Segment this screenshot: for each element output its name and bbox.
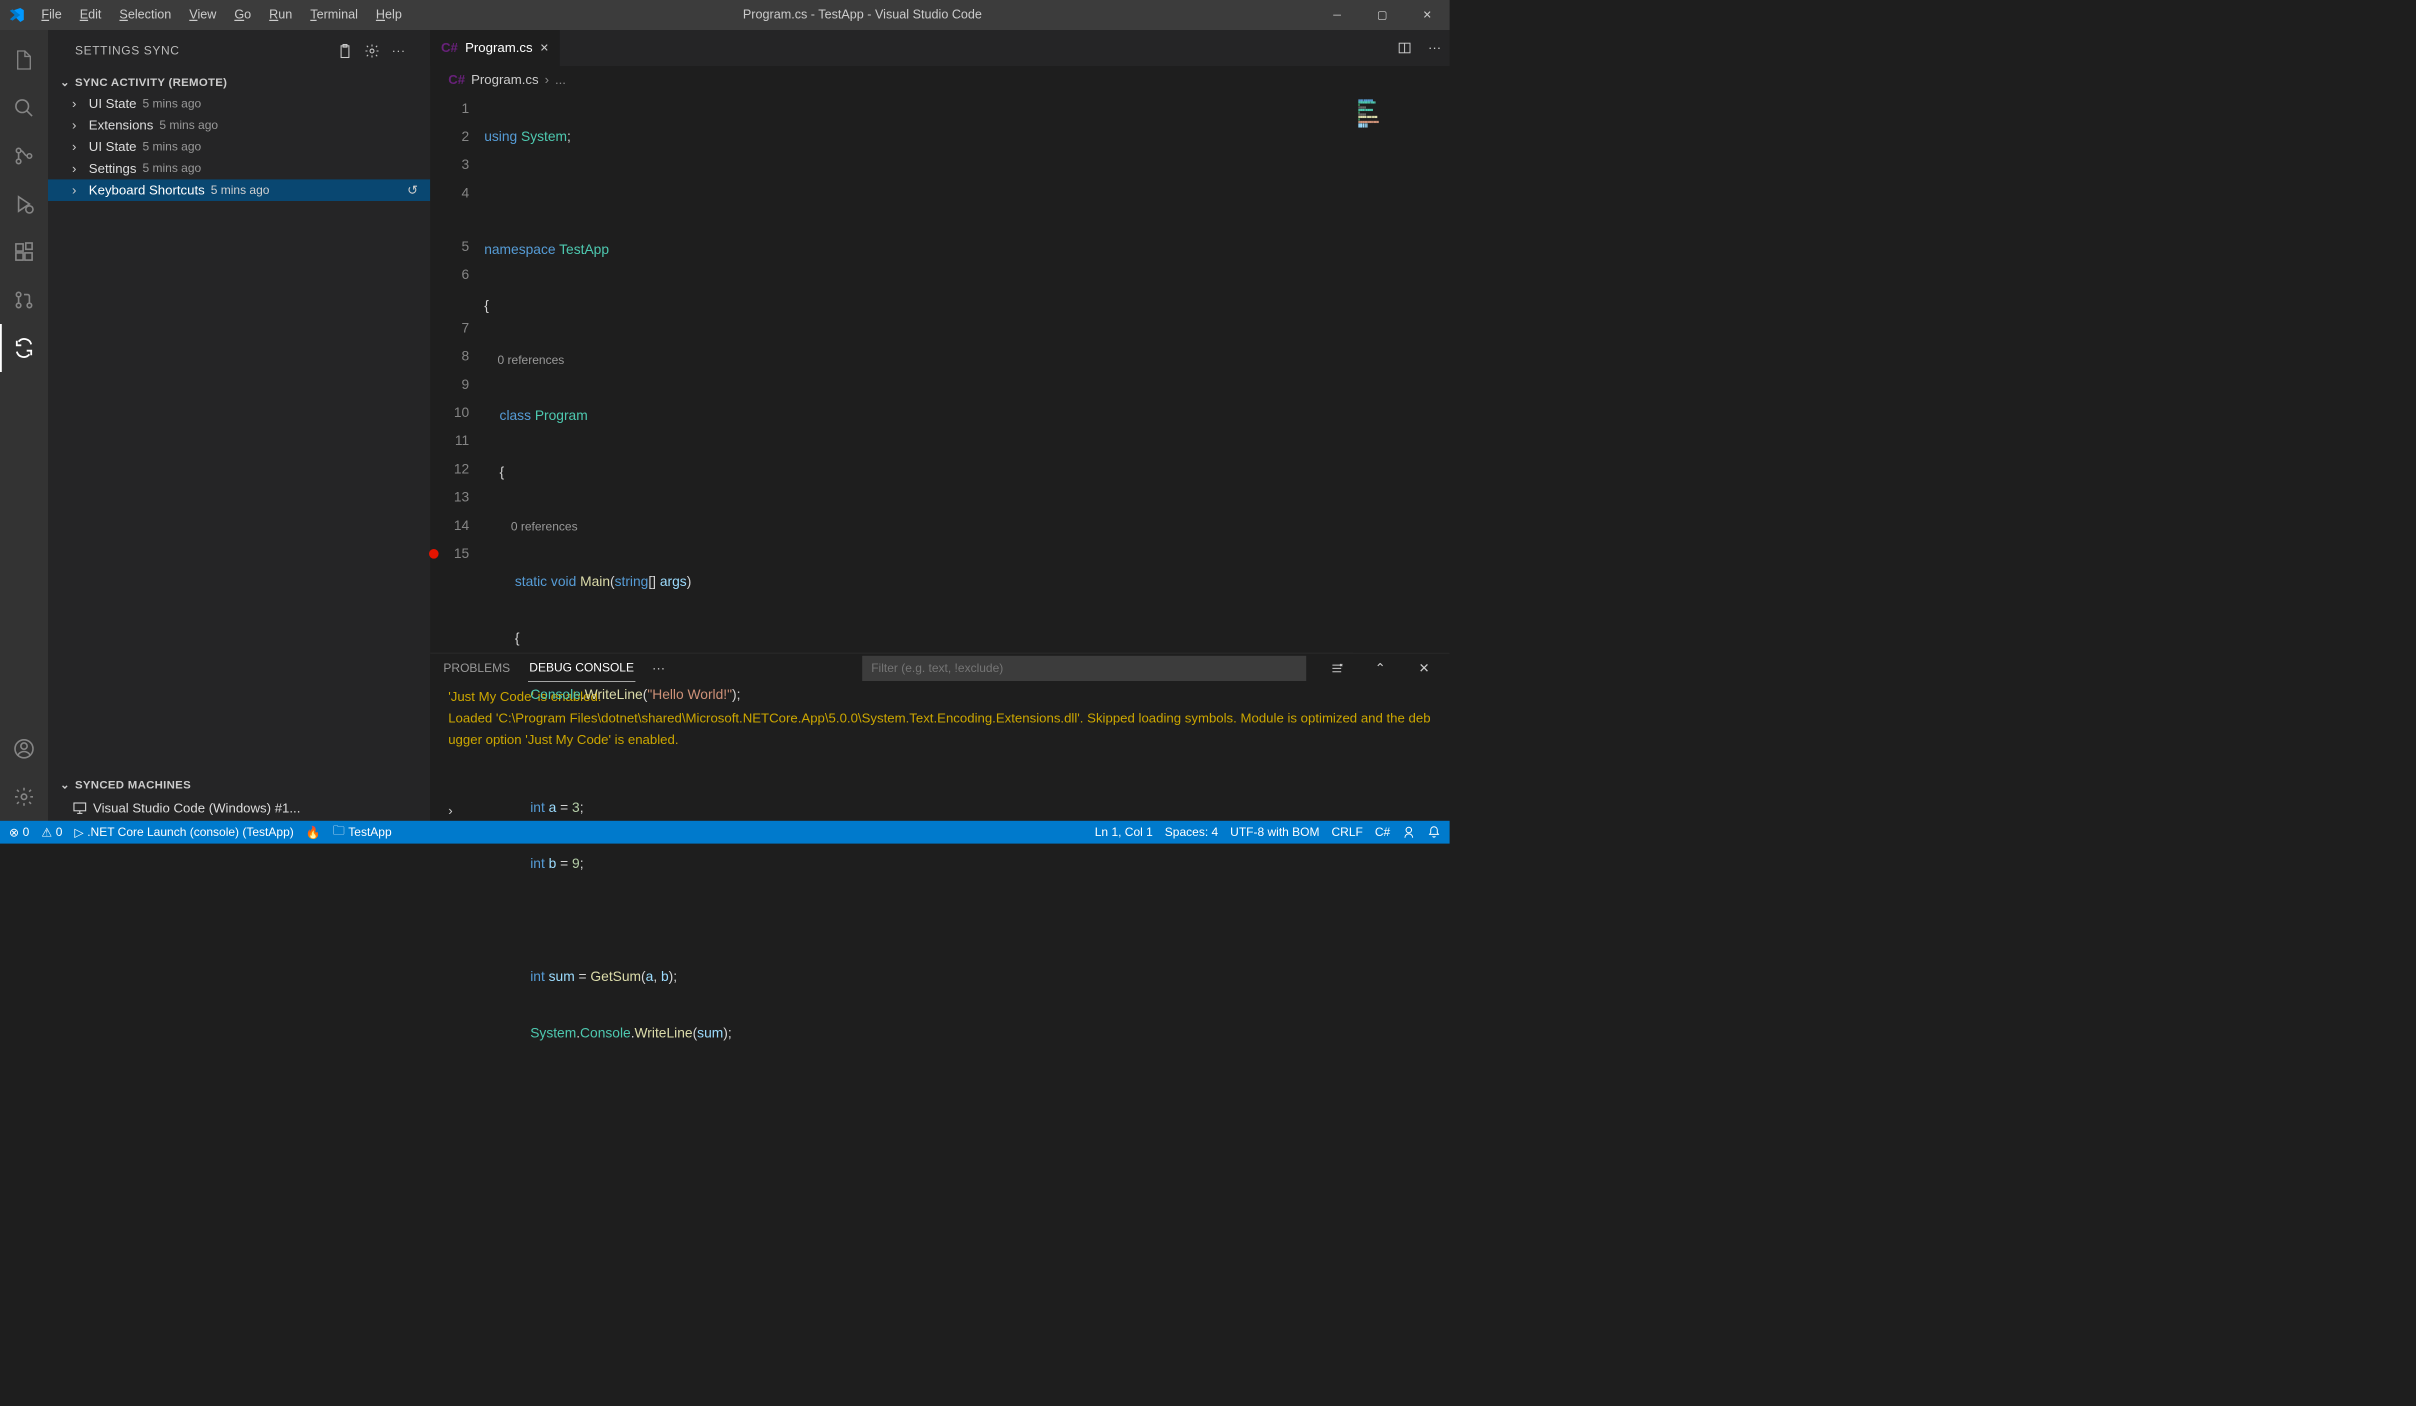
sync-item-ui-state-2[interactable]: ›UI State5 mins ago bbox=[48, 136, 430, 158]
csharp-icon: C# bbox=[441, 40, 458, 56]
minimize-button[interactable]: ─ bbox=[1315, 0, 1360, 30]
breadcrumb-file: Program.cs bbox=[471, 72, 538, 88]
activity-settings[interactable] bbox=[0, 773, 48, 821]
menu-terminal[interactable]: Terminal bbox=[302, 4, 366, 26]
minimap[interactable]: ████ ███████ █████████ ████ █ ██████ ███… bbox=[1354, 93, 1450, 653]
menu-view[interactable]: View bbox=[181, 4, 225, 26]
sync-item-ui-state[interactable]: ›UI State5 mins ago bbox=[48, 93, 430, 115]
activity-run-debug[interactable] bbox=[0, 180, 48, 228]
breadcrumb[interactable]: C# Program.cs › ... bbox=[430, 66, 1449, 93]
chevron-right-icon: › bbox=[72, 118, 89, 134]
revert-icon[interactable]: ↺ bbox=[407, 182, 418, 198]
status-folder[interactable]: 🗀 TestApp bbox=[333, 822, 392, 842]
close-button[interactable]: ✕ bbox=[1405, 0, 1450, 30]
activity-sync[interactable] bbox=[0, 324, 48, 372]
breakpoint-icon[interactable] bbox=[429, 549, 439, 559]
line-gutter: 1 2 3 4 5 6 7 8 9 10 11 12 13 14 15 bbox=[430, 93, 484, 653]
tab-program-cs[interactable]: C# Program.cs ✕ bbox=[430, 30, 559, 66]
section-title: SYNC ACTIVITY (REMOTE) bbox=[75, 76, 227, 89]
close-tab-icon[interactable]: ✕ bbox=[540, 42, 549, 55]
menu-file[interactable]: File bbox=[33, 4, 70, 26]
more-icon[interactable]: ··· bbox=[385, 38, 412, 65]
editor[interactable]: 1 2 3 4 5 6 7 8 9 10 11 12 13 14 15 bbox=[430, 93, 1449, 653]
activity-bar bbox=[0, 30, 48, 821]
status-errors[interactable]: ⊗ 0 bbox=[9, 825, 29, 840]
activity-pull-requests[interactable] bbox=[0, 276, 48, 324]
chevron-down-icon: ⌄ bbox=[60, 76, 75, 90]
side-panel: SETTINGS SYNC ··· ⌄ SYNC ACTIVITY (REMOT… bbox=[48, 30, 430, 821]
editor-group: C# Program.cs ✕ ··· C# Program.cs › ... … bbox=[430, 30, 1449, 821]
tab-label: Program.cs bbox=[465, 40, 532, 56]
menu-selection[interactable]: Selection bbox=[111, 4, 180, 26]
menu-help[interactable]: Help bbox=[368, 4, 411, 26]
section-synced-machines[interactable]: ⌄ SYNCED MACHINES bbox=[48, 775, 430, 796]
breadcrumb-rest: ... bbox=[555, 72, 566, 88]
collapse-panel-icon[interactable]: ⌃ bbox=[1367, 661, 1394, 677]
monitor-icon bbox=[72, 800, 93, 816]
activity-search[interactable] bbox=[0, 84, 48, 132]
sync-item-keyboard-shortcuts[interactable]: ›Keyboard Shortcuts5 mins ago↺ bbox=[48, 179, 430, 201]
maximize-button[interactable]: ▢ bbox=[1360, 0, 1405, 30]
csharp-icon: C# bbox=[448, 72, 465, 88]
status-language[interactable]: C# bbox=[1375, 825, 1390, 839]
window-title: Program.cs - TestApp - Visual Studio Cod… bbox=[410, 8, 1314, 22]
menu-bar: File Edit Selection View Go Run Terminal… bbox=[33, 4, 410, 26]
activity-account[interactable] bbox=[0, 725, 48, 773]
close-panel-icon[interactable]: ✕ bbox=[1411, 661, 1438, 677]
title-bar: File Edit Selection View Go Run Terminal… bbox=[0, 0, 1450, 30]
synced-machine-item[interactable]: Visual Studio Code (Windows) #1... bbox=[48, 796, 430, 821]
menu-run[interactable]: Run bbox=[261, 4, 301, 26]
sync-item-extensions[interactable]: ›Extensions5 mins ago bbox=[48, 115, 430, 137]
codelens-references[interactable]: 0 references bbox=[511, 520, 578, 533]
sync-item-settings[interactable]: ›Settings5 mins ago bbox=[48, 158, 430, 180]
editor-tabs: C# Program.cs ✕ ··· bbox=[430, 30, 1449, 66]
activity-explorer[interactable] bbox=[0, 36, 48, 84]
clipboard-icon[interactable] bbox=[331, 38, 358, 65]
chevron-right-icon: › bbox=[72, 161, 89, 177]
menu-go[interactable]: Go bbox=[226, 4, 260, 26]
vscode-logo-icon bbox=[0, 7, 33, 24]
code-area[interactable]: using System; namespace TestApp { 0 refe… bbox=[484, 93, 1353, 653]
status-feedback-icon[interactable] bbox=[1402, 826, 1415, 839]
status-notifications-icon[interactable] bbox=[1427, 826, 1440, 839]
chevron-right-icon: › bbox=[72, 139, 89, 155]
section-title: SYNCED MACHINES bbox=[75, 779, 191, 792]
status-launch-config[interactable]: ▷ .NET Core Launch (console) (TestApp) bbox=[74, 825, 293, 840]
chevron-right-icon: › bbox=[72, 182, 89, 198]
split-editor-icon[interactable] bbox=[1390, 30, 1420, 66]
activity-extensions[interactable] bbox=[0, 228, 48, 276]
editor-more-icon[interactable]: ··· bbox=[1420, 30, 1450, 66]
chevron-right-icon: › bbox=[72, 96, 89, 112]
side-panel-title: SETTINGS SYNC bbox=[75, 44, 331, 58]
codelens-references[interactable]: 0 references bbox=[498, 354, 565, 367]
side-panel-header: SETTINGS SYNC ··· bbox=[48, 30, 430, 72]
activity-source-control[interactable] bbox=[0, 132, 48, 180]
menu-edit[interactable]: Edit bbox=[71, 4, 110, 26]
status-warnings[interactable]: ⚠ 0 bbox=[41, 825, 62, 840]
chevron-down-icon: ⌄ bbox=[60, 778, 75, 792]
status-hot-reload-icon[interactable]: 🔥 bbox=[306, 825, 321, 840]
section-sync-activity[interactable]: ⌄ SYNC ACTIVITY (REMOTE) bbox=[48, 72, 430, 93]
gear-icon[interactable] bbox=[358, 38, 385, 65]
